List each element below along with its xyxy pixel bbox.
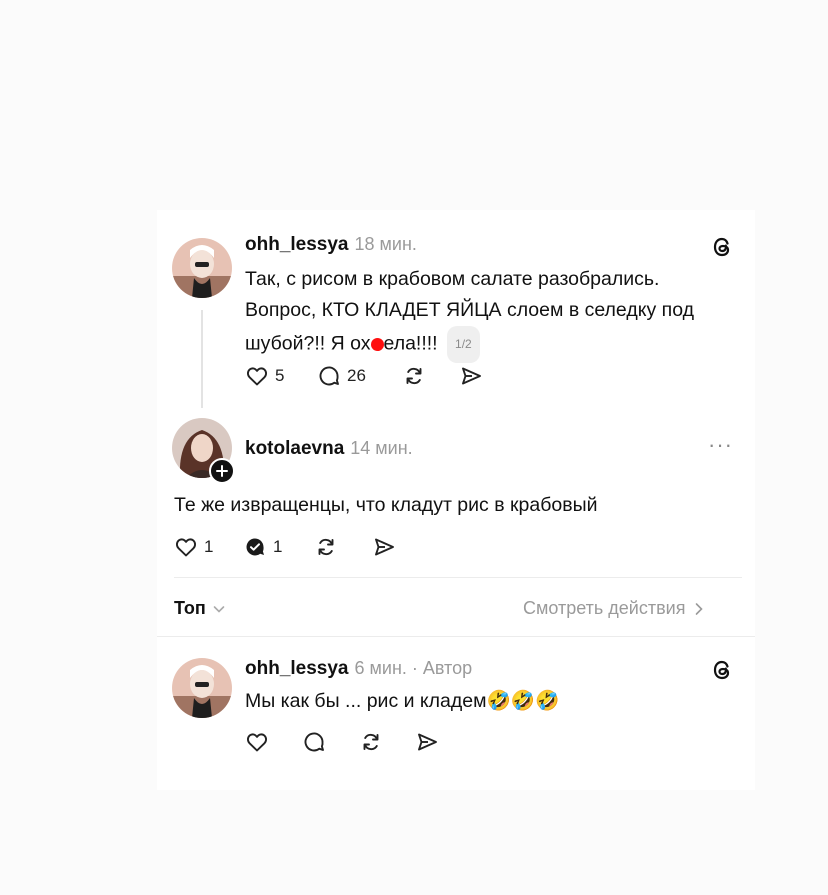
comment-check-icon	[246, 538, 264, 556]
post-header: ohh_lessya 18 мин.	[245, 234, 417, 256]
sort-dropdown[interactable]: Топ	[174, 598, 226, 619]
threads-logo-icon[interactable]	[710, 235, 734, 264]
follow-plus-icon[interactable]	[209, 458, 235, 484]
timestamp: 14 мин.	[350, 438, 413, 458]
reply-button[interactable]	[302, 730, 326, 754]
avatar[interactable]	[172, 658, 232, 718]
post-text-line: Вопрос, КТО КЛАДЕТ ЯЙЦА слоем в селедку …	[245, 299, 694, 321]
comment-icon	[319, 366, 339, 386]
share-button[interactable]	[372, 535, 396, 559]
post-text-line: Так, с рисом в крабовом салате разобрали…	[245, 268, 660, 290]
threads-logo-icon[interactable]	[710, 658, 734, 687]
sort-label: Топ	[174, 598, 206, 618]
activity-label: Смотреть действия	[523, 598, 686, 618]
emoji: 🤣🤣🤣	[486, 690, 560, 712]
divider	[174, 577, 742, 578]
threads-card: ohh_lessya 18 мин. Так, с рисом в крабово…	[157, 210, 755, 790]
username[interactable]: ohh_lessya	[245, 658, 349, 679]
comment-icon	[304, 732, 324, 752]
reply-count: 1	[273, 537, 283, 556]
heart-icon	[175, 538, 197, 557]
more-options-icon[interactable]: ···	[708, 432, 733, 458]
share-button[interactable]	[459, 364, 483, 388]
username[interactable]: kotolaevna	[245, 438, 344, 459]
post-header: ohh_lessya 6 мин. · Автор	[245, 658, 472, 680]
repost-icon	[318, 538, 334, 556]
repost-button[interactable]	[359, 730, 383, 754]
reply-count: 26	[347, 366, 366, 385]
timestamp: 18 мин.	[354, 234, 417, 254]
view-activity-link[interactable]: Смотреть действия	[523, 598, 705, 619]
username[interactable]: ohh_lessya	[245, 234, 349, 255]
timestamp: 6 мин. · Автор	[354, 658, 473, 678]
share-icon	[418, 733, 437, 751]
share-icon	[375, 538, 394, 556]
reply-button[interactable]: 26	[317, 364, 366, 388]
like-count: 5	[275, 366, 285, 385]
chevron-right-icon	[696, 602, 704, 615]
repost-button[interactable]	[402, 364, 426, 388]
post-text-part: Мы как бы ... рис и кладем	[245, 690, 487, 712]
repost-icon	[363, 733, 379, 751]
share-icon	[462, 367, 481, 385]
post-text-line: шубой?!! Я ох ела!!!! 1/2	[245, 326, 745, 363]
repost-button[interactable]	[314, 535, 338, 559]
reply-button[interactable]: 1	[243, 535, 282, 559]
redaction-dot	[370, 337, 384, 351]
page-badge: 1/2	[447, 326, 480, 363]
like-count: 1	[204, 537, 214, 556]
like-button[interactable]: 5	[245, 364, 284, 388]
heart-icon	[246, 733, 268, 752]
avatar[interactable]	[172, 238, 232, 298]
post-text: Мы как бы ... рис и кладем🤣🤣🤣	[245, 686, 559, 717]
post-text: Так, с рисом в крабовом салате разобрали…	[245, 264, 745, 363]
post-text: Те же извращенцы, что кладут рис в крабо…	[174, 494, 598, 516]
post-text-part: шубой?!! Я ох	[245, 332, 371, 355]
share-button[interactable]	[415, 730, 439, 754]
like-button[interactable]: 1	[174, 535, 213, 559]
post-header: kotolaevna 14 мин.	[245, 438, 413, 460]
like-button[interactable]	[245, 730, 269, 754]
repost-icon	[406, 367, 422, 385]
chevron-down-icon	[213, 605, 225, 613]
thread-line	[201, 310, 203, 408]
heart-icon	[246, 367, 268, 386]
post-text-part: ела!!!!	[383, 332, 438, 355]
divider	[157, 636, 755, 637]
